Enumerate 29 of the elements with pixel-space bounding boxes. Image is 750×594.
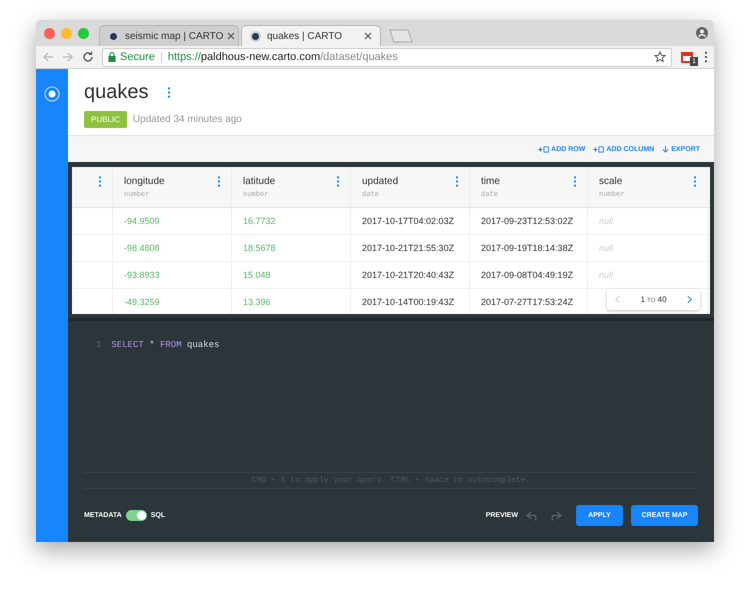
table-cell: 2017-10-14T00:19:43Z bbox=[362, 297, 454, 307]
sql-code[interactable]: SELECT * FROM quakes bbox=[111, 340, 225, 350]
column-name: updated bbox=[362, 176, 398, 187]
table-cell: 2017-09-19T18:14:38Z bbox=[481, 243, 574, 253]
table-cell: 2017-10-17T04:02:03Z bbox=[362, 216, 454, 226]
column-name: latitude bbox=[243, 176, 276, 187]
address-field[interactable]: Secure https://paldhous-new.carto.com/dataset/quakes bbox=[102, 48, 672, 66]
updated-time: Updated 34 minutes ago bbox=[132, 114, 242, 125]
table-cell: 2017-09-08T04:49:19Z bbox=[481, 270, 574, 280]
column-name: time bbox=[481, 176, 500, 187]
table-cell: 2017-07-27T17:53:24Z bbox=[481, 297, 574, 307]
table-cell: 2017-10-21T20:40:43Z bbox=[362, 270, 454, 280]
table-cell: -49.3259 bbox=[124, 297, 160, 307]
dataset-title: quakes bbox=[84, 81, 148, 104]
table-cell: 2017-09-23T12:53:02Z bbox=[481, 216, 574, 226]
table-cell: 13.396 bbox=[243, 297, 271, 307]
column-name: scale bbox=[599, 176, 624, 187]
browser-tab[interactable]: seismic map | CARTO bbox=[99, 25, 239, 46]
table-cell: -93.8933 bbox=[124, 270, 160, 280]
table-cell: -98.4808 bbox=[124, 243, 160, 253]
table-cell: 18.5678 bbox=[243, 243, 276, 253]
line-number: 1 bbox=[96, 340, 102, 350]
table-cell: 2017-10-21T21:55:30Z bbox=[362, 243, 454, 253]
table-cell: -94.9509 bbox=[124, 216, 160, 226]
column-name: longitude bbox=[124, 176, 165, 187]
table-cell: 15.048 bbox=[243, 270, 271, 280]
browser-tab[interactable]: quakes | CARTO bbox=[241, 25, 381, 46]
public-badge: PUBLIC bbox=[84, 111, 127, 128]
table-cell: 16.7732 bbox=[243, 216, 276, 226]
